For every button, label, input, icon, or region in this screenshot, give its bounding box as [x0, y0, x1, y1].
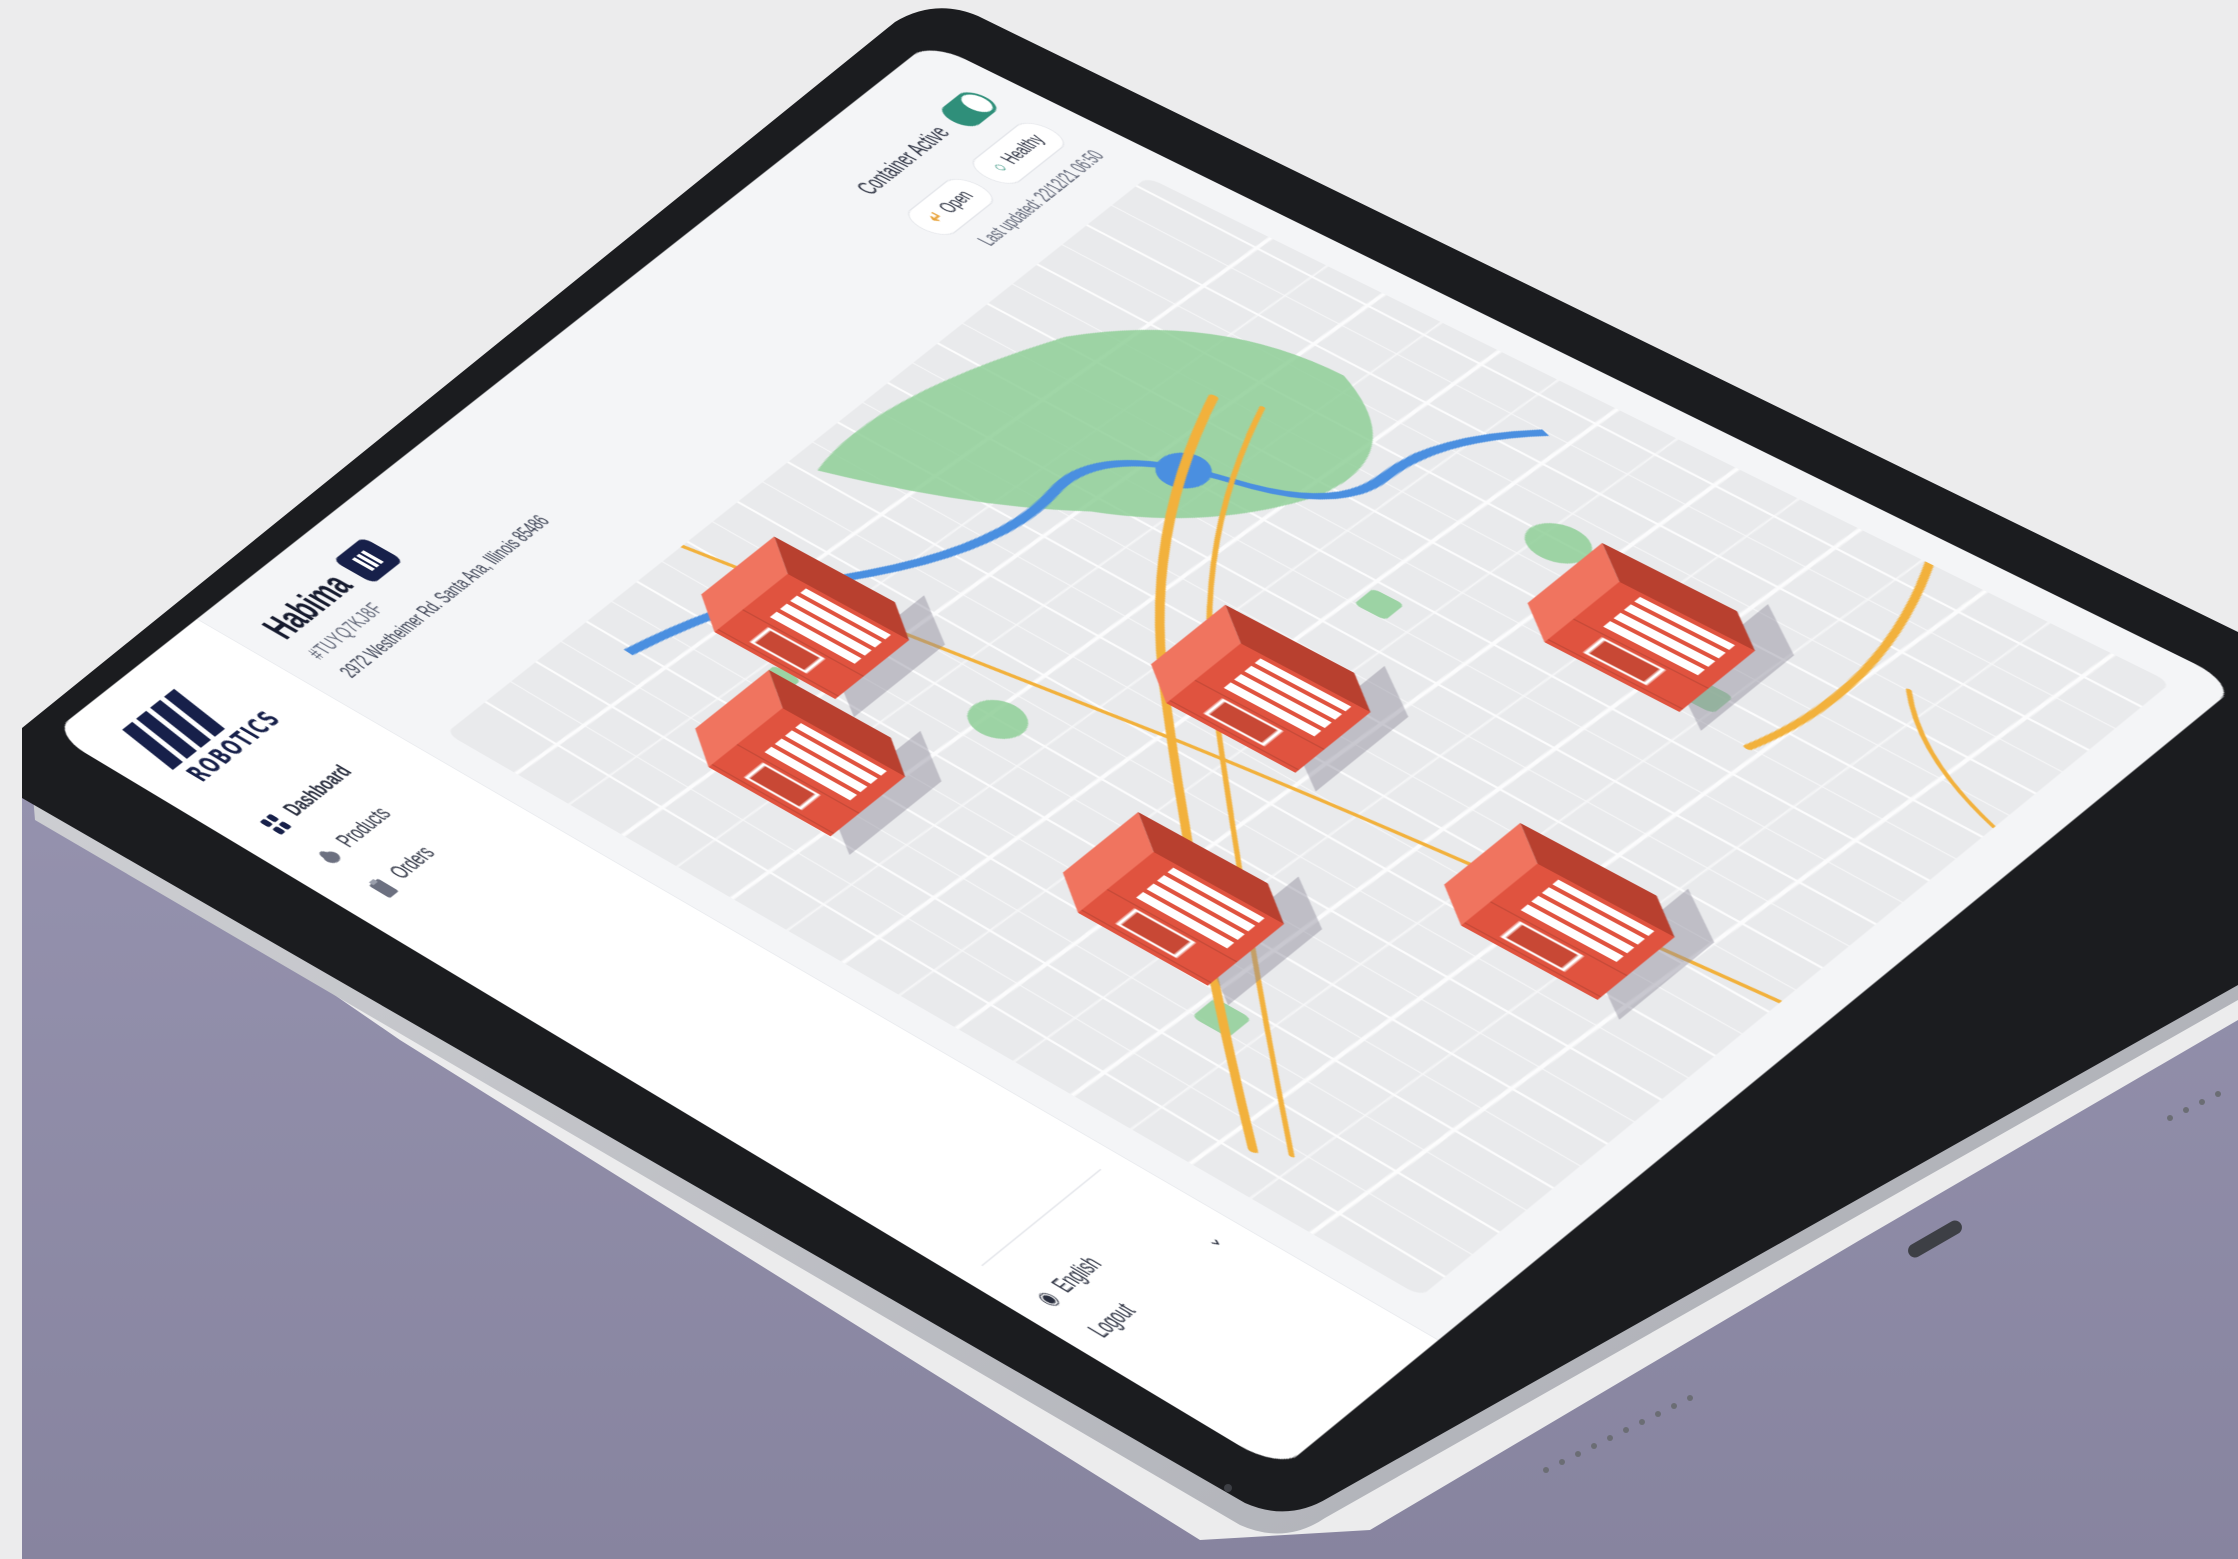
container-marker[interactable] — [1034, 798, 1352, 1005]
chevron-down-icon: ⌄ — [1192, 1227, 1229, 1251]
status-panel: Container Active ↵ Open ○ Healthy Last upd… — [841, 88, 1111, 260]
clipboard-icon — [364, 875, 402, 900]
grid-icon — [258, 812, 296, 837]
health-label: Healthy — [995, 130, 1050, 168]
language-label: English — [1045, 1251, 1108, 1297]
logout-label: Logout — [1081, 1298, 1142, 1342]
open-label: Open — [933, 186, 979, 217]
cloud-icon — [310, 843, 348, 868]
container-marker[interactable] — [1122, 591, 1437, 792]
sidebar-item-label: Orders — [384, 842, 442, 884]
container-icon — [332, 537, 403, 584]
microphone-dot — [1224, 1484, 1232, 1492]
robotics-logo: ROBOTICS — [119, 667, 294, 787]
